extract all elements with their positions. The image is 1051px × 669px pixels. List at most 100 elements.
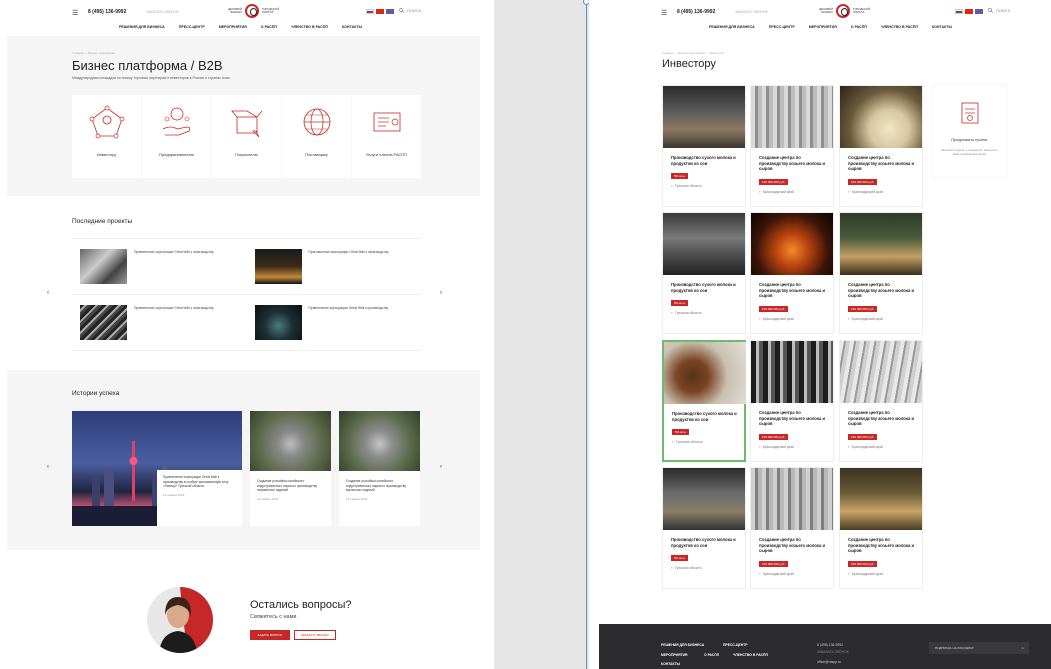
nav-item-contacts[interactable]: КОНТАКТЫ (342, 25, 362, 29)
project-location: ⌖ Краснодарский край (848, 572, 883, 576)
project-item[interactable]: Приглашение корпорации Great Wall к прои… (246, 239, 421, 295)
carousel-next-arrow-icon[interactable]: › (440, 290, 442, 296)
menu-icon[interactable]: ☰ (661, 9, 667, 17)
story-card-featured[interactable]: Привлечение корпорации Great Wall к прои… (72, 411, 242, 526)
project-location: ⌖ Тульская область (672, 440, 703, 444)
flag-en-icon[interactable] (386, 9, 394, 14)
newsletter-input[interactable]: ПОДПИСКА НА РАССЫЛКУ ➤ (929, 642, 1029, 654)
breadcrumb[interactable]: Главная — Бизнес-платформа — Инвестору (662, 51, 724, 55)
flag-en-icon[interactable] (975, 9, 983, 14)
nav-item-solutions[interactable]: РЕШЕНИЯ ДЛЯ БИЗНЕСА (709, 25, 755, 29)
project-card[interactable]: Создание центра по производству козьего … (839, 85, 923, 207)
story-card-content: Создание российско-китайского индустриал… (339, 471, 420, 509)
project-card[interactable]: Создание центра по производству козьего … (750, 212, 834, 334)
project-price-badge: 5% млн. (672, 429, 690, 435)
project-image (840, 468, 922, 530)
project-card[interactable]: Создание центра по производству козьего … (839, 212, 923, 334)
site-logo[interactable]: ДЕЛОВОЙ БИЗНЕС ГОРОДСКОЙ ПОРТАЛ (815, 4, 871, 18)
role-card-entrepreneur[interactable]: Предпринимателю (142, 95, 211, 178)
project-card[interactable]: Производство сухого молока и продуктов и… (662, 467, 746, 589)
callback-link[interactable]: ЗАКАЗАТЬ ЗВОНОК (735, 10, 768, 14)
footer-nav-contacts[interactable]: КОНТАКТЫ (661, 662, 680, 666)
location-pin-icon: ⌖ (848, 445, 850, 449)
footer-nav-about[interactable]: О РАСПП (704, 653, 719, 657)
project-location: ⌖ Краснодарский край (848, 445, 883, 449)
carousel-prev-arrow-icon[interactable]: ‹ (47, 290, 49, 296)
project-location-text: Краснодарский край (762, 445, 794, 449)
nav-item-events[interactable]: МЕРОПРИЯТИЯ (809, 25, 837, 29)
search-label: ПОИСК (407, 8, 422, 13)
header-phone[interactable]: 8 (495) 136-9992 (88, 9, 126, 15)
project-card[interactable]: Производство сухого молока и продуктов и… (662, 85, 746, 207)
project-location: ⌖ Краснодарский край (848, 190, 883, 194)
header-phone[interactable]: 8 (495) 136-9992 (677, 9, 715, 15)
project-title: Привлечение корпорации Great Wall к прои… (134, 250, 214, 254)
nav-item-press[interactable]: ПРЕСС-ЦЕНТР (769, 25, 795, 29)
stories-prev-arrow-icon[interactable]: ‹ (47, 464, 49, 470)
flag-ru-icon[interactable] (955, 9, 963, 14)
role-card-investor[interactable]: Инвестору (72, 95, 141, 178)
footer-nav-membership[interactable]: ЧЛЕНСТВО В РАСПП (733, 653, 768, 657)
story-card[interactable]: Создание российско-китайского индустриал… (250, 411, 331, 526)
location-pin-icon: ⌖ (759, 445, 761, 449)
menu-icon[interactable]: ☰ (72, 9, 78, 17)
stories-next-arrow-icon[interactable]: › (440, 464, 442, 470)
project-card[interactable]: Создание центра по производству козьего … (839, 467, 923, 589)
send-icon[interactable]: ➤ (1021, 642, 1024, 654)
footer-nav-press[interactable]: ПРЕСС-ЦЕНТР (723, 643, 748, 647)
propose-project-title: Предложить проект (951, 137, 988, 142)
footer-callback[interactable]: ЗАКАЗАТЬ ЗВОНОК (817, 650, 849, 654)
project-card-title: Создание центра по производству козьего … (848, 155, 915, 171)
flag-ru-icon[interactable] (366, 9, 374, 14)
header-search[interactable]: ПОИСК (399, 8, 421, 13)
site-logo[interactable]: ДЕЛОВОЙ БИЗНЕС ГОРОДСКОЙ ПОРТАЛ (224, 4, 280, 18)
project-image (664, 342, 746, 404)
nav-item-about[interactable]: О РАСПП (851, 25, 867, 29)
project-card[interactable]: Создание центра по производству козьего … (750, 340, 834, 462)
story-date: 21 января 2022 (257, 496, 279, 501)
consultant-photo (147, 587, 213, 653)
location-pin-icon: ⌖ (848, 190, 850, 194)
project-location-text: Краснодарский край (851, 190, 883, 194)
project-item[interactable]: Привлечение корпорации Great Wall к прои… (72, 295, 247, 351)
role-card-member-services[interactable]: Услуги членов РАСПП (352, 95, 421, 178)
project-location-text: Тульская область (675, 440, 703, 444)
project-card-title: Создание центра по производству козьего … (759, 155, 826, 171)
propose-project-card[interactable]: Предложить проект Заполните форму, и спе… (933, 85, 1006, 177)
footer-nav-events[interactable]: МЕРОПРИЯТИЯ (661, 653, 687, 657)
project-card[interactable]: Производство сухого молока и продуктов и… (662, 340, 746, 462)
project-image (751, 213, 833, 275)
breadcrumb[interactable]: Главная — Бизнес-платформа (72, 51, 115, 55)
project-card[interactable]: Создание центра по производству козьего … (750, 85, 834, 207)
logo-text-right: ГОРОДСКОЙ ПОРТАЛ (853, 7, 871, 14)
footer-email[interactable]: office@raspp.ru (817, 660, 841, 664)
search-icon (399, 8, 404, 13)
flag-cn-icon[interactable] (376, 9, 384, 14)
nav-item-about[interactable]: О РАСПП (261, 25, 277, 29)
story-card[interactable]: Создание российско-китайского индустриал… (339, 411, 420, 526)
document-icon (961, 102, 979, 124)
nav-item-contacts[interactable]: КОНТАКТЫ (932, 25, 952, 29)
project-card[interactable]: Производство сухого молока и продуктов и… (662, 212, 746, 334)
ask-question-button[interactable]: ЗАДАТЬ ВОПРОС (250, 630, 290, 640)
project-card-title: Производство сухого молока и продуктов и… (671, 282, 736, 293)
nav-item-membership[interactable]: ЧЛЕНСТВО В РАСПП (881, 25, 918, 29)
project-card[interactable]: Создание центра по производству козьего … (839, 340, 923, 462)
role-label: Поставщику (305, 152, 328, 157)
header-search[interactable]: ПОИСК (988, 8, 1010, 13)
nav-item-membership[interactable]: ЧЛЕНСТВО В РАСПП (291, 25, 328, 29)
project-item[interactable]: Привлечение корпорации Great Wall к прои… (246, 295, 421, 351)
request-call-button[interactable]: ЗАКАЗАТЬ ЗВОНОК (294, 630, 336, 640)
nav-item-press[interactable]: ПРЕСС-ЦЕНТР (179, 25, 205, 29)
nav-item-events[interactable]: МЕРОПРИЯТИЯ (219, 25, 247, 29)
role-card-supplier[interactable]: Поставщику (282, 95, 351, 178)
nav-item-solutions[interactable]: РЕШЕНИЯ ДЛЯ БИЗНЕСА (119, 25, 165, 29)
flag-cn-icon[interactable] (965, 9, 973, 14)
callback-link[interactable]: ЗАКАЗАТЬ ЗВОНОК (146, 10, 179, 14)
footer-phone[interactable]: 8 (495) 136-9992 (817, 643, 843, 647)
location-pin-icon: ⌖ (759, 317, 761, 321)
footer-nav-solutions[interactable]: РЕШЕНИЯ ДЛЯ БИЗНЕСА (661, 643, 704, 647)
project-card[interactable]: Создание центра по производству козьего … (750, 467, 834, 589)
project-item[interactable]: Привлечение корпорации Great Wall к прои… (72, 239, 247, 295)
role-card-buyer[interactable]: Покупателю (212, 95, 281, 178)
